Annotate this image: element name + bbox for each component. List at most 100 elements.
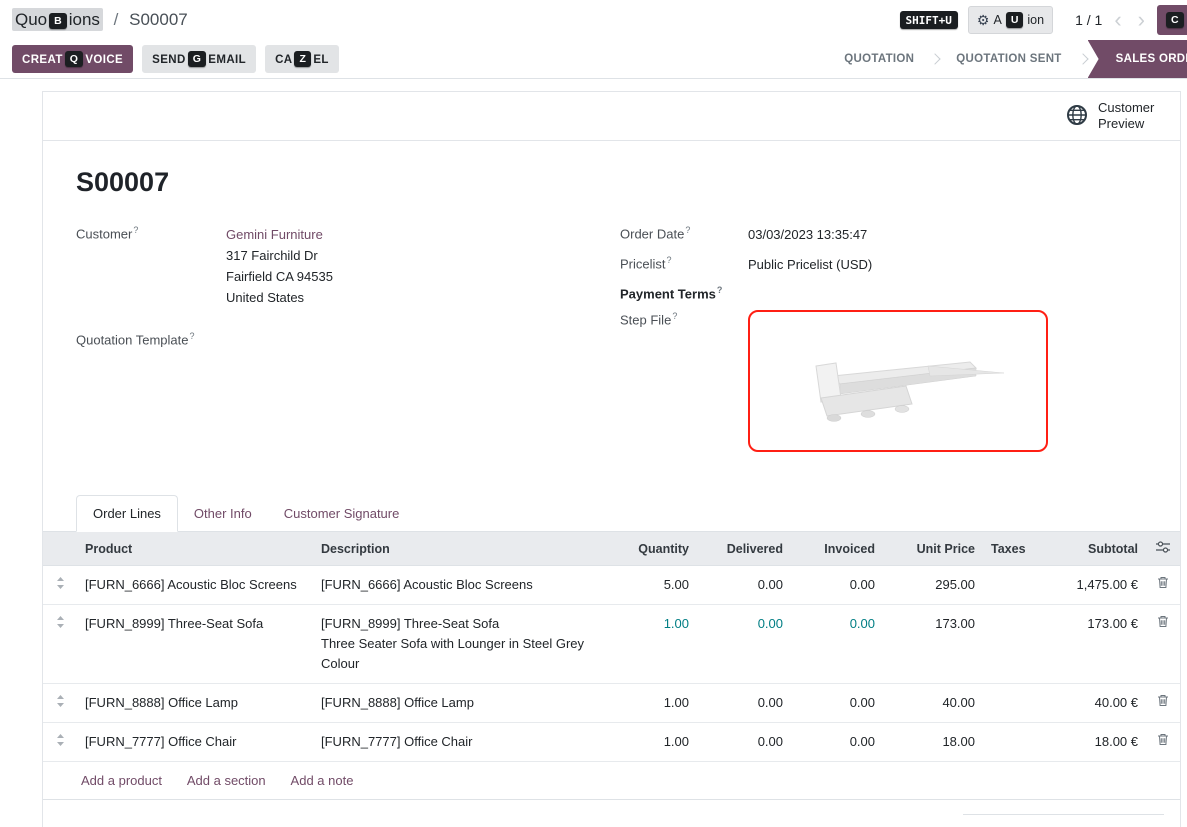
optional-columns-button[interactable] [1146, 532, 1180, 566]
cell-unit-price[interactable]: 295.00 [883, 566, 983, 605]
stage-quotation[interactable]: QUOTATION [828, 40, 930, 78]
cell-description[interactable]: [FURN_8999] Three-Seat Sofa Three Seater… [313, 605, 609, 684]
help-icon: ? [685, 225, 690, 235]
cell-taxes[interactable] [983, 684, 1041, 723]
column-header-subtotal[interactable]: Subtotal [1041, 532, 1146, 566]
add-a-note-link[interactable]: Add a note [291, 773, 354, 788]
cell-quantity[interactable]: 1.00 [609, 605, 697, 684]
create-invoice-button[interactable]: CREATQVOICE [12, 45, 133, 73]
help-icon: ? [672, 311, 677, 321]
table-row: [FURN_8888] Office Lamp [FURN_8888] Offi… [43, 684, 1180, 723]
help-icon: ? [717, 285, 723, 295]
column-header-product[interactable]: Product [77, 532, 313, 566]
tab-customer-signature[interactable]: Customer Signature [268, 496, 416, 531]
delete-row-button[interactable] [1146, 723, 1180, 762]
cell-delivered[interactable]: 0.00 [697, 605, 791, 684]
cell-taxes[interactable] [983, 566, 1041, 605]
column-header-unit-price[interactable]: Unit Price [883, 532, 983, 566]
cell-taxes[interactable] [983, 723, 1041, 762]
page-title: S00007 [76, 167, 1164, 198]
pager-previous-button[interactable]: ‹ [1110, 9, 1125, 31]
cell-subtotal: 40.00 € [1041, 684, 1146, 723]
cell-description[interactable]: [FURN_8888] Office Lamp [313, 684, 609, 723]
tab-order-lines[interactable]: Order Lines [76, 495, 178, 532]
column-header-description[interactable]: Description [313, 532, 609, 566]
breadcrumb-current: S00007 [129, 10, 188, 29]
cancel-button[interactable]: CAZEL [265, 45, 339, 73]
pricelist-value[interactable]: Public Pricelist (USD) [748, 254, 872, 275]
column-header-delivered[interactable]: Delivered [697, 532, 791, 566]
help-icon: ? [190, 331, 195, 341]
help-icon: ? [133, 225, 138, 235]
add-a-product-link[interactable]: Add a product [81, 773, 162, 788]
action-menu-button[interactable]: ⚙ A U ion [968, 6, 1053, 34]
customer-label: Customer? [76, 224, 226, 241]
create-invoice-label-pre: CREAT [22, 54, 63, 66]
trash-icon [1157, 694, 1169, 707]
cell-delivered[interactable]: 0.00 [697, 723, 791, 762]
breadcrumb-parent-text-pre: Quo [15, 10, 47, 29]
cell-description[interactable]: [FURN_7777] Office Chair [313, 723, 609, 762]
cell-product[interactable]: [FURN_8999] Three-Seat Sofa [77, 605, 313, 684]
cell-invoiced[interactable]: 0.00 [791, 605, 883, 684]
drag-handle-icon[interactable] [43, 723, 77, 762]
stage-separator-icon [1077, 53, 1088, 64]
customer-address: 317 Fairchild Dr Fairfield CA 94535 Unit… [226, 245, 333, 308]
cell-product[interactable]: [FURN_6666] Acoustic Bloc Screens [77, 566, 313, 605]
control-bar: CREATQVOICE SENDGEMAIL CAZEL QUOTATION Q… [0, 40, 1187, 79]
breadcrumb-quotations-link[interactable]: QuoBions [12, 8, 103, 31]
drag-handle-icon[interactable] [43, 684, 77, 723]
cell-delivered[interactable]: 0.00 [697, 566, 791, 605]
sliders-icon [1156, 541, 1170, 553]
action-buttons: CREATQVOICE SENDGEMAIL CAZEL [12, 40, 339, 78]
table-row: [FURN_7777] Office Chair [FURN_7777] Off… [43, 723, 1180, 762]
top-bar: QuoBions / S00007 SHIFT+U ⚙ A U ion 1 / … [0, 0, 1187, 40]
stage-sales-order[interactable]: SALES ORDER [1088, 40, 1187, 78]
cell-invoiced[interactable]: 0.00 [791, 684, 883, 723]
drag-handle-icon[interactable] [43, 605, 77, 684]
column-header-quantity[interactable]: Quantity [609, 532, 697, 566]
shortcut-badge-shift-u: SHIFT+U [900, 11, 958, 29]
cell-quantity[interactable]: 5.00 [609, 566, 697, 605]
cell-quantity[interactable]: 1.00 [609, 723, 697, 762]
cell-product[interactable]: [FURN_7777] Office Chair [77, 723, 313, 762]
customer-preview-button[interactable]: Customer Preview [1066, 100, 1162, 132]
delete-row-button[interactable] [1146, 684, 1180, 723]
terms-and-conditions-input[interactable]: Terms and conditions... [81, 814, 215, 827]
trash-icon [1157, 615, 1169, 628]
action-label-pre: A [993, 13, 1001, 27]
shortcut-badge-b: B [49, 13, 67, 29]
cell-invoiced[interactable]: 0.00 [791, 566, 883, 605]
tab-other-info[interactable]: Other Info [178, 496, 268, 531]
cell-product[interactable]: [FURN_8888] Office Lamp [77, 684, 313, 723]
cell-description[interactable]: [FURN_6666] Acoustic Bloc Screens [313, 566, 609, 605]
order-date-label: Order Date? [620, 224, 748, 241]
field-column-right: Order Date? 03/03/2023 13:35:47 Pricelis… [620, 224, 1164, 461]
cell-unit-price[interactable]: 40.00 [883, 684, 983, 723]
column-header-taxes[interactable]: Taxes [983, 532, 1041, 566]
delete-row-button[interactable] [1146, 605, 1180, 684]
order-date-value[interactable]: 03/03/2023 13:35:47 [748, 224, 867, 245]
gear-icon: ⚙ [977, 12, 990, 29]
cell-delivered[interactable]: 0.00 [697, 684, 791, 723]
cell-invoiced[interactable]: 0.00 [791, 723, 883, 762]
create-button[interactable]: C [1157, 5, 1187, 35]
add-a-section-link[interactable]: Add a section [187, 773, 266, 788]
cell-unit-price[interactable]: 18.00 [883, 723, 983, 762]
cell-taxes[interactable] [983, 605, 1041, 684]
cell-unit-price[interactable]: 173.00 [883, 605, 983, 684]
stage-quotation-sent[interactable]: QUOTATION SENT [940, 40, 1077, 78]
customer-link[interactable]: Gemini Furniture [226, 227, 323, 242]
send-email-button[interactable]: SENDGEMAIL [142, 45, 256, 73]
status-bar: QUOTATION QUOTATION SENT SALES ORDER [828, 40, 1187, 78]
column-header-invoiced[interactable]: Invoiced [791, 532, 883, 566]
shortcut-badge-u: U [1006, 12, 1024, 28]
cell-quantity[interactable]: 1.00 [609, 684, 697, 723]
delete-row-button[interactable] [1146, 566, 1180, 605]
step-file-image[interactable] [748, 310, 1048, 452]
shortcut-badge-c: C [1166, 12, 1184, 28]
breadcrumb-separator: / [114, 10, 119, 29]
sheet-footer: Terms and conditions... Total: 1,706.00 … [43, 800, 1180, 827]
pager-next-button[interactable]: › [1134, 9, 1149, 31]
drag-handle-icon[interactable] [43, 566, 77, 605]
